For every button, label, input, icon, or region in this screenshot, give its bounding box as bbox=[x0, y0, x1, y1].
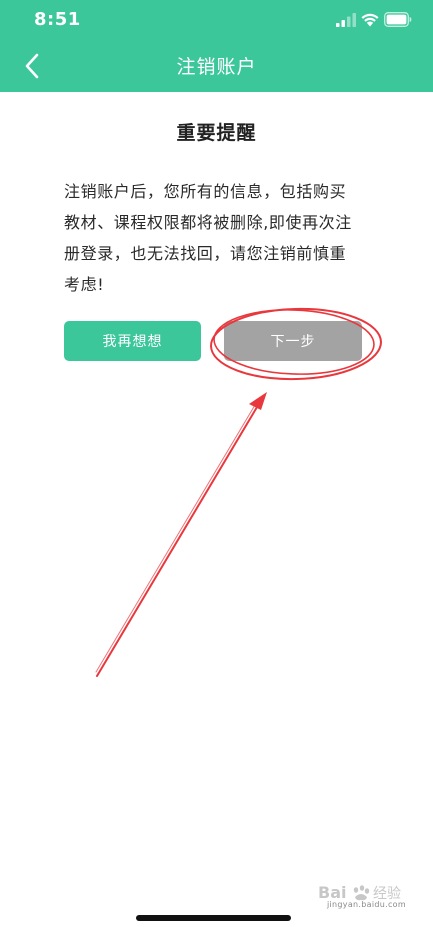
rethink-button[interactable]: 我再想想 bbox=[64, 321, 201, 361]
status-bar: 8:51 bbox=[0, 0, 433, 40]
status-time: 8:51 bbox=[34, 9, 81, 30]
warning-line: 教材、课程权限都将被删除,即使再次注 bbox=[64, 213, 352, 232]
signal-icon bbox=[336, 13, 356, 27]
warning-line: 册登录，也无法找回，请您注销前慎重 bbox=[64, 244, 347, 263]
battery-icon bbox=[384, 12, 412, 27]
reminder-title: 重要提醒 bbox=[176, 122, 257, 144]
nav-bar: 注销账户 bbox=[0, 40, 433, 92]
next-step-button[interactable]: 下一步 bbox=[224, 321, 362, 361]
watermark-url: jingyan.baidu.com bbox=[327, 900, 406, 909]
page-title: 注销账户 bbox=[176, 56, 257, 78]
warning-line: 考虑! bbox=[64, 275, 105, 294]
screen: 8:51 注销账户 重要提醒 注销账户后，您所有的信息，包括购买 教材、课程权限… bbox=[0, 0, 433, 927]
warning-line: 注销账户后，您所有的信息，包括购买 bbox=[64, 182, 347, 201]
back-button[interactable] bbox=[14, 48, 50, 84]
chevron-left-icon bbox=[25, 53, 39, 79]
annotation-arrow bbox=[95, 392, 267, 677]
wifi-icon bbox=[361, 13, 379, 27]
home-indicator[interactable] bbox=[136, 915, 291, 921]
warning-text: 注销账户后，您所有的信息，包括购买 教材、课程权限都将被删除,即使再次注 册登录… bbox=[64, 176, 364, 300]
header: 8:51 注销账户 bbox=[0, 0, 433, 92]
